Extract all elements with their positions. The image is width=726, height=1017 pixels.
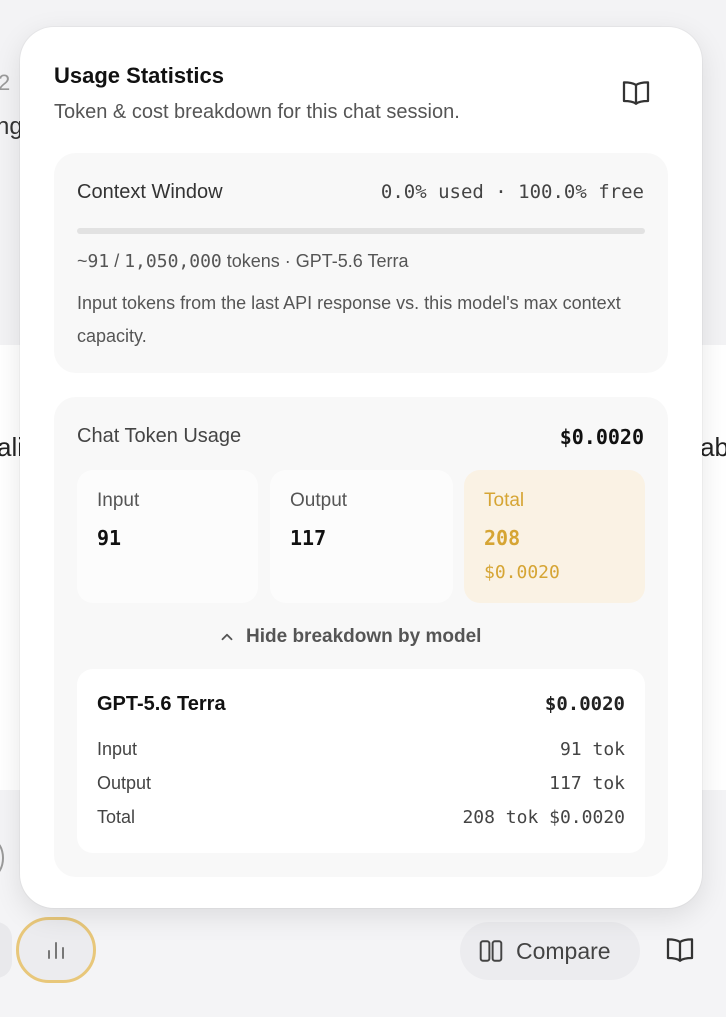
model-row-output: Output 117 tok bbox=[97, 773, 625, 794]
usage-stats-button[interactable] bbox=[16, 917, 96, 983]
context-usage-summary: 0.0% used · 100.0% free bbox=[380, 181, 644, 203]
input-stat-box: Input 91 bbox=[77, 470, 258, 603]
chat-usage-total-cost: $0.0020 bbox=[559, 425, 644, 449]
popover-subtitle: Token & cost breakdown for this chat ses… bbox=[54, 101, 460, 123]
model-row-input: Input 91 tok bbox=[97, 739, 625, 760]
total-stat-value: 208 bbox=[484, 526, 521, 550]
model-row-value: 117 tok bbox=[549, 773, 625, 794]
model-cost: $0.0020 bbox=[544, 693, 625, 715]
input-stat-value: 91 bbox=[97, 526, 122, 550]
model-row-value: 208 tok $0.0020 bbox=[462, 807, 625, 828]
output-stat-box: Output 117 bbox=[270, 470, 453, 603]
context-progress-bar bbox=[77, 228, 645, 234]
model-row-value: 91 tok bbox=[559, 739, 625, 760]
output-stat-value: 117 bbox=[290, 526, 327, 550]
bar-chart-icon bbox=[48, 942, 64, 959]
tokens-max: 1,050,000 bbox=[124, 251, 222, 272]
model-breakdown-box: GPT-5.6 Terra $0.0020 Input 91 tok Outpu… bbox=[77, 669, 645, 853]
model-row-total: Total 208 tok $0.0020 bbox=[97, 807, 625, 828]
hide-breakdown-label: Hide breakdown by model bbox=[246, 626, 482, 647]
tokens-suffix: tokens · GPT-5.6 Terra bbox=[221, 251, 409, 271]
total-stat-cost: $0.0020 bbox=[484, 562, 560, 583]
model-row-label: Total bbox=[97, 807, 136, 827]
compare-label: Compare bbox=[516, 937, 611, 964]
context-token-count: ~91 / 1,050,000 tokens · GPT-5.6 Terra bbox=[77, 251, 409, 272]
output-stat-label: Output bbox=[290, 490, 348, 511]
chat-token-usage-card: Chat Token Usage $0.0020 Input 91 Output… bbox=[54, 397, 668, 877]
total-stat-box: Total 208 $0.0020 bbox=[464, 470, 645, 603]
chevron-up-icon bbox=[221, 633, 233, 641]
model-name: GPT-5.6 Terra bbox=[97, 693, 226, 715]
popover-title: Usage Statistics bbox=[54, 63, 224, 88]
book-icon bbox=[622, 81, 650, 105]
docs-button[interactable] bbox=[664, 934, 696, 966]
hide-breakdown-toggle[interactable]: Hide breakdown by model bbox=[218, 626, 481, 648]
background-fragment-number: 2 bbox=[0, 70, 11, 95]
chat-usage-label: Chat Token Usage bbox=[77, 425, 242, 447]
context-window-card: Context Window 0.0% used · 100.0% free ~… bbox=[54, 153, 668, 373]
input-stat-label: Input bbox=[97, 490, 140, 511]
columns-icon bbox=[479, 940, 503, 962]
model-row-label: Output bbox=[97, 773, 152, 793]
usage-statistics-popover: Usage Statistics Token & cost breakdown … bbox=[20, 27, 702, 908]
compare-button[interactable]: Compare bbox=[460, 922, 640, 980]
context-window-label: Context Window bbox=[77, 181, 223, 203]
book-icon bbox=[666, 938, 694, 962]
context-description: Input tokens from the last API response … bbox=[77, 293, 621, 346]
tokens-used: 91 bbox=[87, 251, 110, 272]
popover-docs-button[interactable] bbox=[620, 77, 652, 109]
model-row-label: Input bbox=[97, 739, 138, 759]
background-fragment-right: ab bbox=[700, 432, 726, 462]
tokens-separator: / bbox=[109, 251, 125, 271]
tokens-prefix: ~ bbox=[77, 251, 88, 271]
total-stat-label: Total bbox=[484, 490, 525, 511]
